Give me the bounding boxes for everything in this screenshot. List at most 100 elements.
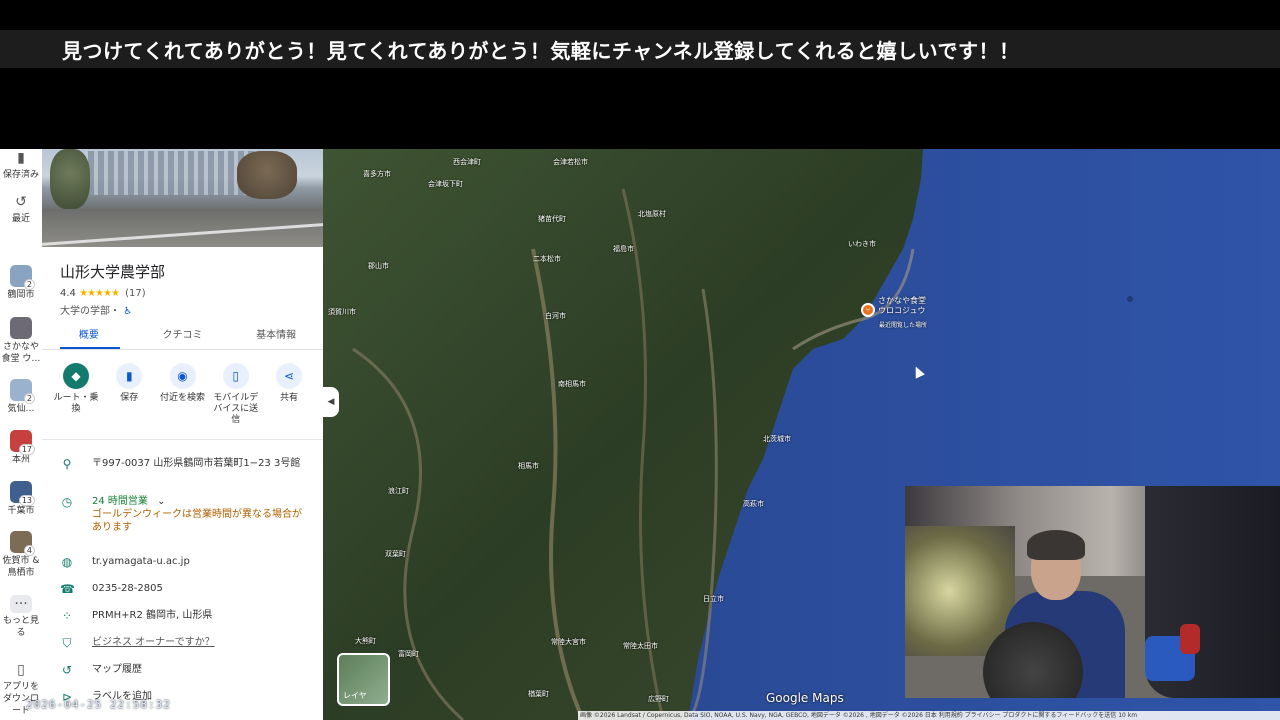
- nearby-button[interactable]: ◉ 付近を検索: [157, 363, 209, 426]
- restaurant-pin-icon[interactable]: ⑂: [861, 303, 875, 317]
- owner-prompt[interactable]: ビジネス オーナーですか？: [92, 636, 307, 649]
- phone-call-icon: ☎: [60, 582, 75, 596]
- action-label: 付近を検索: [159, 393, 205, 403]
- clock-icon: ◷: [61, 495, 73, 509]
- map-place-label: 南相馬市: [558, 380, 586, 388]
- map-place-label: 広野町: [648, 695, 669, 703]
- rail-badge: 13: [18, 495, 35, 506]
- tab-about[interactable]: 基本情報: [229, 327, 323, 351]
- more-icon: ···: [10, 595, 32, 613]
- map-place-label: 白河市: [545, 312, 566, 320]
- star-rating-icon: ★★★★★: [79, 288, 120, 299]
- stream-datetime: 2026-04-25 22:58:32: [26, 698, 171, 711]
- rail-thumbnail: 2: [10, 379, 35, 404]
- map-place-label: 浪江町: [388, 487, 409, 495]
- pin-label[interactable]: さかなや食堂 ウロコジュウ: [878, 296, 926, 316]
- rail-item-kesennuma[interactable]: 2 気仙…: [0, 379, 42, 415]
- rail-badge: 4: [23, 545, 35, 556]
- chevron-down-icon[interactable]: ⌄: [157, 496, 165, 507]
- action-label: 共有: [279, 393, 298, 403]
- collapse-panel-button[interactable]: ◀: [323, 387, 339, 417]
- globe-icon: ◍: [61, 555, 73, 569]
- directions-button[interactable]: ◆ ルート・乗換: [50, 363, 102, 426]
- map-place-label: 郡山市: [368, 262, 389, 270]
- address-text: 〒997-0037 山形県鶴岡市若葉町1−23 3号館: [92, 458, 301, 469]
- map-place-label: 富岡町: [398, 650, 419, 658]
- rating-value: 4.4: [60, 288, 76, 299]
- maps-left-rail: ▮ 保存済み ↺ 最近 2 鶴岡市 さかなや食堂 ウ… 2 気仙… 17 本州 …: [0, 149, 42, 720]
- map-place-label: 会津若松市: [553, 158, 588, 166]
- rail-badge: 2: [23, 279, 35, 290]
- action-label: モバイルデバイスに送信: [213, 393, 259, 425]
- rail-item-tsuruoka[interactable]: 2 鶴岡市: [0, 265, 42, 301]
- rail-item-recent[interactable]: ↺ 最近: [0, 193, 42, 225]
- map-history: マップ履歴: [92, 664, 142, 675]
- banner-text: 見つけてくれてありがとう！見てくれてありがとう！気軽にチャンネル登録してくれると…: [62, 38, 1020, 63]
- send-to-phone-icon: ▯: [222, 363, 249, 389]
- map-place-label: 北茨城市: [763, 435, 791, 443]
- place-rating[interactable]: 4.4 ★★★★★ (17): [60, 288, 146, 299]
- location-pin-icon: ⚲: [62, 457, 72, 471]
- share-button[interactable]: ⋖ 共有: [263, 363, 315, 426]
- plus-code: PRMH+R2 鶴岡市, 山形県: [92, 610, 213, 621]
- map-place-label: 高萩市: [743, 500, 764, 508]
- info-divider: [42, 439, 323, 440]
- map-place-label: 福島市: [613, 245, 634, 253]
- share-icon: ⋖: [276, 363, 302, 389]
- rail-item-honshu[interactable]: 17 本州: [0, 430, 42, 466]
- map-place-label: 須賀川市: [328, 308, 356, 316]
- rail-item-chiba[interactable]: 13 千葉市: [0, 481, 42, 517]
- send-to-phone-button[interactable]: ▯ モバイルデバイスに送信: [210, 363, 262, 426]
- history-icon: ↺: [61, 663, 73, 677]
- rail-item-more[interactable]: ··· もっと見る: [0, 595, 42, 639]
- place-title: 山形大学農学部: [60, 263, 166, 281]
- rail-item-label: 佐賀市 & 鳥栖市: [2, 556, 40, 578]
- rail-thumbnail: 4: [10, 531, 35, 556]
- photo-tree: [237, 151, 297, 199]
- map-place-label: 西会津町: [453, 158, 481, 166]
- map-place-label: 喜多方市: [363, 170, 391, 178]
- tab-reviews[interactable]: クチコミ: [136, 327, 230, 351]
- place-category: 大学の学部・ ♿: [60, 302, 132, 317]
- place-photo[interactable]: [42, 149, 323, 247]
- phone-icon: ▯: [17, 662, 25, 678]
- plus-code-icon: ⁘: [61, 609, 73, 623]
- photo-tree: [50, 149, 90, 209]
- save-button[interactable]: ▮ 保存: [103, 363, 155, 426]
- rail-item-label: 本州: [11, 455, 30, 465]
- hours-status: 24 時間営業: [92, 496, 148, 507]
- rail-badge: 17: [18, 444, 35, 455]
- rail-thumbnail: 13: [10, 481, 35, 506]
- hours-block: 24 時間営業 ⌄ ゴールデンウィークは営業時間が異なる場合があります: [92, 495, 307, 534]
- rail-item-saga[interactable]: 4 佐賀市 & 鳥栖市: [0, 531, 42, 579]
- rail-item-sakanaya[interactable]: さかなや食堂 ウ…: [0, 317, 42, 365]
- website-link[interactable]: tr.yamagata-u.ac.jp: [92, 555, 307, 568]
- webcam-person-hair: [1027, 530, 1085, 560]
- verified-shield-icon: ⛉: [62, 636, 72, 650]
- webcam-object: [1180, 624, 1200, 654]
- map-attribution[interactable]: 画像 ©2026 Landsat / Copernicus, Data SIO,…: [578, 711, 1280, 720]
- pin-title: さかなや食堂: [878, 296, 926, 305]
- map-place-label: 常陸大宮市: [551, 638, 586, 646]
- google-maps-logo: Google Maps: [766, 691, 844, 705]
- history-icon: ↺: [15, 194, 27, 210]
- map-place-label: 双葉町: [385, 550, 406, 558]
- action-label: ルート・乗換: [53, 393, 99, 414]
- nearby-icon: ◉: [169, 363, 196, 389]
- map-place-label: 会津坂下町: [428, 180, 463, 188]
- layers-button[interactable]: レイヤ: [337, 653, 390, 706]
- map-place-label: いわき市: [848, 240, 876, 248]
- action-label: 保存: [120, 393, 139, 403]
- rail-item-saved[interactable]: ▮ 保存済み: [0, 149, 42, 181]
- map-place-label: 大熊町: [355, 637, 376, 645]
- layers-label: レイヤ: [343, 691, 367, 700]
- bookmark-icon: ▮: [116, 363, 143, 389]
- map-place-label: 北塩原村: [638, 210, 666, 218]
- category-text: 大学の学部・: [60, 306, 120, 317]
- rail-item-label: さかなや食堂 ウ…: [1, 342, 41, 364]
- map-place-label: 楢葉町: [528, 690, 549, 698]
- rail-thumbnail: 2: [10, 265, 35, 290]
- bookmark-icon: ▮: [17, 150, 25, 166]
- pin-note: 最近閲覧した場所: [879, 322, 928, 329]
- review-count[interactable]: (17): [125, 288, 146, 299]
